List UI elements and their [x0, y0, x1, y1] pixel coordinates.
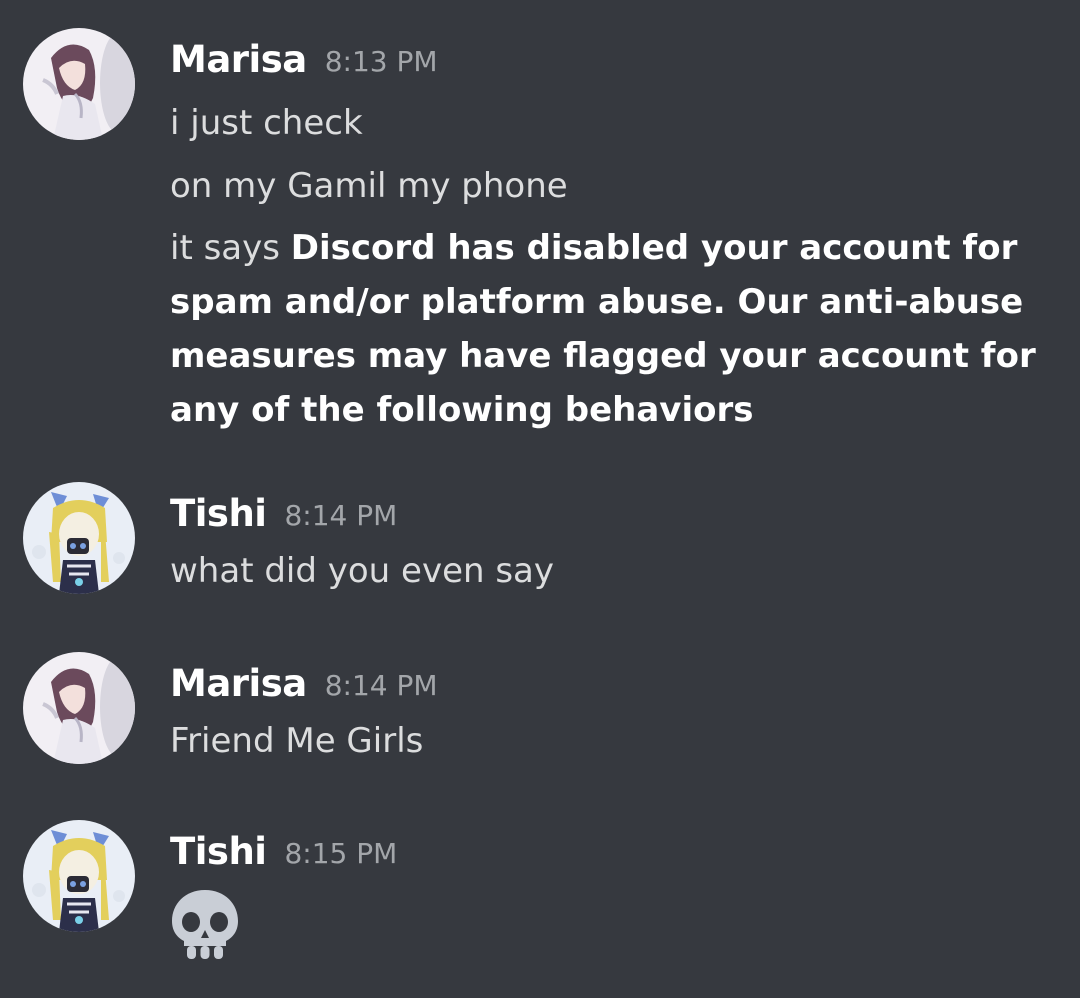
username[interactable]: Marisa	[170, 662, 307, 705]
chat-messages: Marisa 8:13 PM i just check on my Gamil …	[0, 0, 1080, 998]
timestamp[interactable]: 8:15 PM	[284, 837, 397, 870]
tishi-avatar[interactable]	[23, 820, 135, 932]
username[interactable]: Tishi	[170, 492, 267, 535]
tishi-avatar-image	[23, 820, 135, 932]
message-header: Marisa 8:14 PM	[170, 658, 1040, 708]
message-header: Tishi 8:15 PM	[170, 826, 1040, 876]
marisa-avatar[interactable]	[23, 28, 135, 140]
message-text: what did you even say	[170, 551, 555, 591]
message-content: Marisa 8:14 PM Friend Me Girls	[170, 658, 1040, 768]
message-emoji	[170, 888, 1040, 968]
message-content: Marisa 8:13 PM i just check on my Gamil …	[170, 34, 1040, 437]
marisa-avatar[interactable]	[23, 652, 135, 764]
message-text: it says Discord has disabled your accoun…	[170, 221, 1040, 437]
message-text-bold: Discord has disabled your account for sp…	[170, 228, 1036, 430]
message-text-prefix: it says	[170, 228, 291, 268]
timestamp[interactable]: 8:13 PM	[325, 45, 438, 78]
message-content: Tishi 8:15 PM	[170, 826, 1040, 968]
message-header: Marisa 8:13 PM	[170, 34, 1040, 84]
message-text: i just check	[170, 103, 363, 143]
message-text: on my Gamil my phone	[170, 166, 568, 206]
skull-emoji	[172, 890, 238, 959]
marisa-avatar-image	[23, 652, 135, 764]
marisa-avatar-image	[23, 28, 135, 140]
timestamp[interactable]: 8:14 PM	[325, 669, 438, 702]
tishi-avatar-image	[23, 482, 135, 594]
username[interactable]: Marisa	[170, 38, 307, 81]
message-content: Tishi 8:14 PM what did you even say	[170, 488, 1040, 598]
username[interactable]: Tishi	[170, 830, 267, 873]
timestamp[interactable]: 8:14 PM	[284, 499, 397, 532]
message-header: Tishi 8:14 PM	[170, 488, 1040, 538]
message-text: Friend Me Girls	[170, 721, 424, 761]
tishi-avatar[interactable]	[23, 482, 135, 594]
